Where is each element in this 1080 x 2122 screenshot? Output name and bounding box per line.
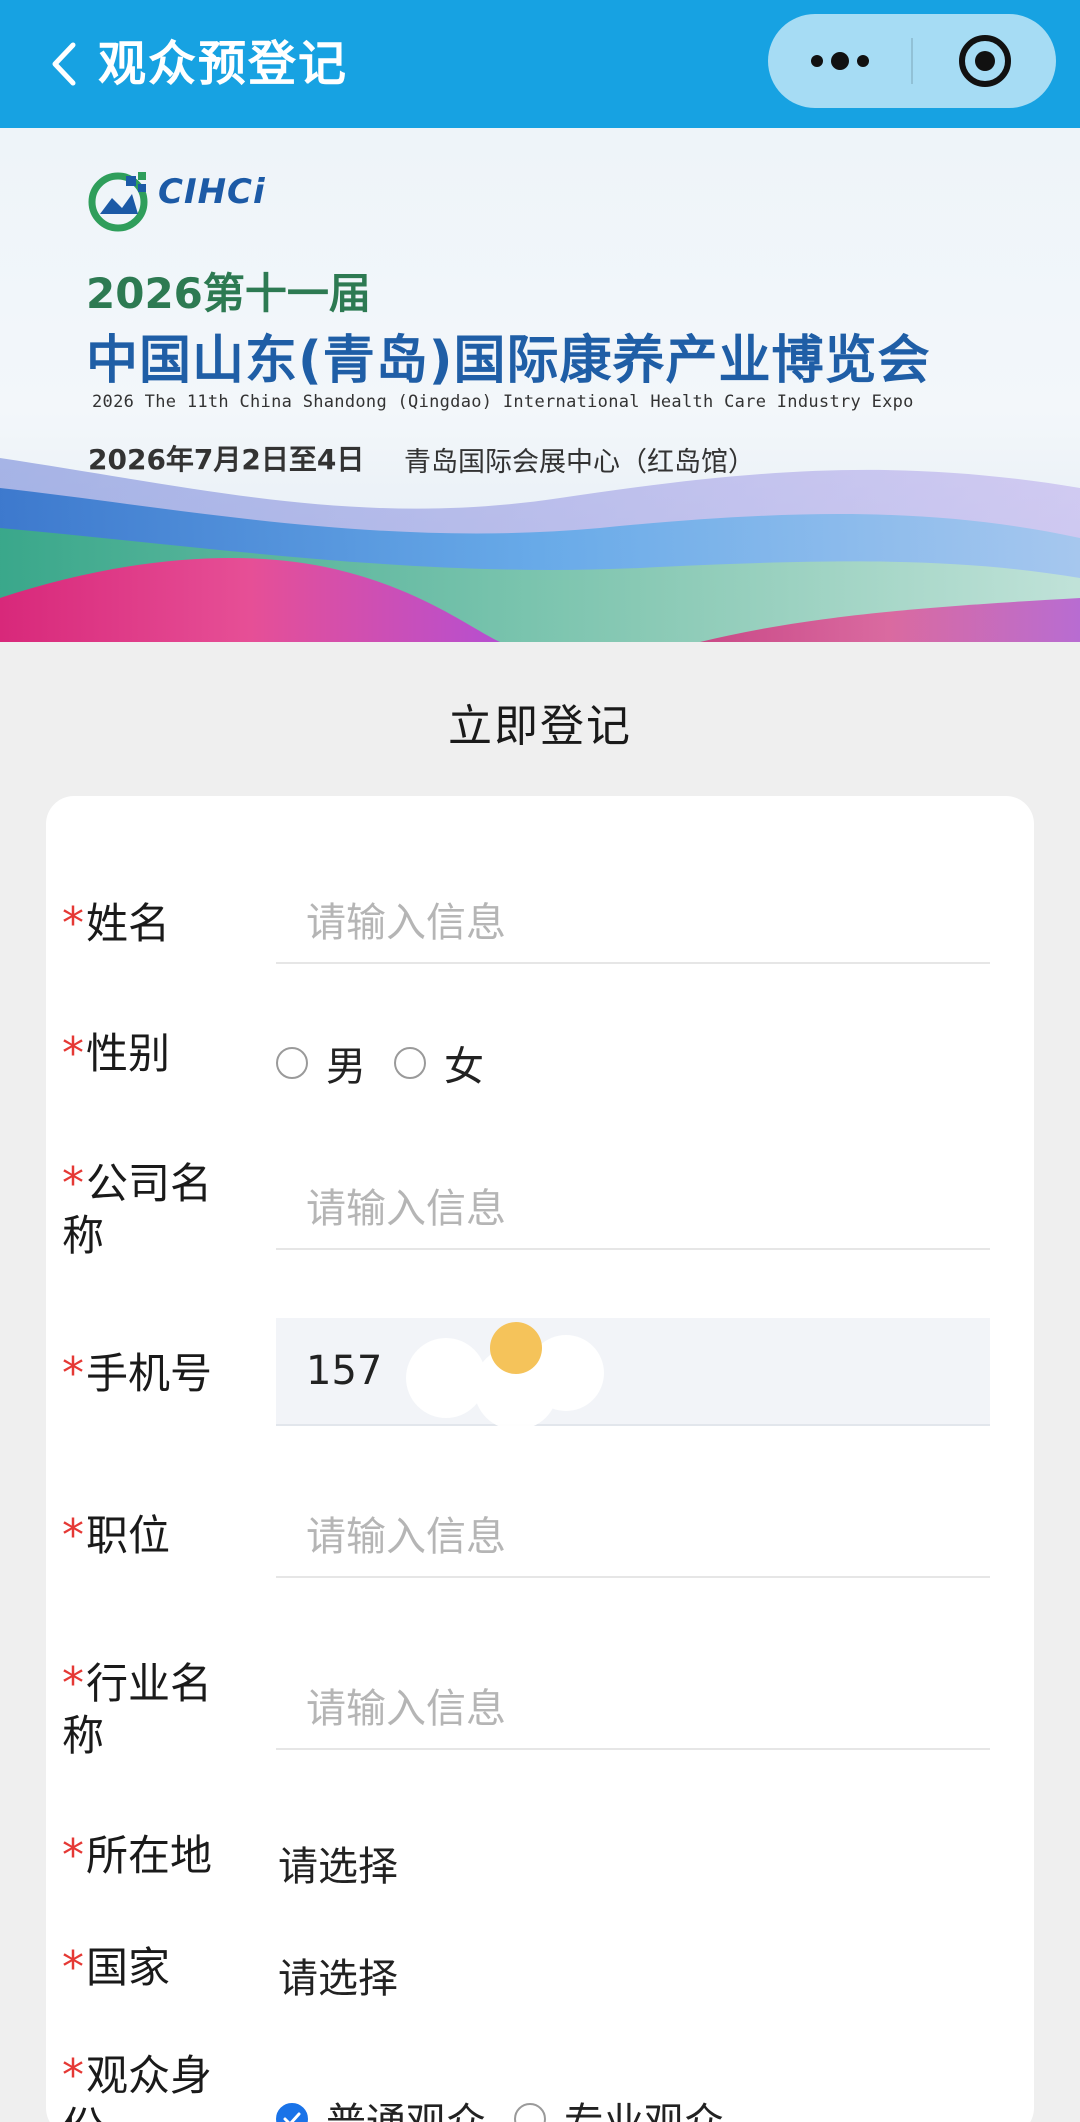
field-label-location: *所在地: [62, 1830, 213, 1881]
phone-input[interactable]: [276, 1318, 990, 1424]
mini-program-capsule: [768, 14, 1056, 108]
back-button[interactable]: [38, 32, 90, 96]
identity-option-general[interactable]: 普通观众: [276, 2090, 486, 2122]
identity-radio-group: 普通观众 专业观众: [276, 2090, 752, 2122]
banner-venue: 青岛国际会展中心（红岛馆）: [404, 447, 755, 478]
field-label-identity: *观众身份: [62, 2050, 213, 2122]
radio-unchecked-icon[interactable]: [514, 2103, 546, 2122]
name-input[interactable]: [276, 884, 990, 962]
close-mini-program-button[interactable]: [913, 14, 1056, 108]
gender-option-female[interactable]: 女: [394, 1034, 484, 1092]
position-input-box[interactable]: [276, 1498, 990, 1578]
required-mark: *: [62, 1830, 84, 1881]
country-select[interactable]: 请选择: [278, 1946, 398, 2004]
phone-input-box[interactable]: [276, 1318, 990, 1426]
chevron-left-icon: [52, 42, 76, 86]
name-input-box[interactable]: [276, 884, 990, 964]
page-title: 观众预登记: [98, 36, 349, 92]
required-mark: *: [62, 1658, 84, 1709]
logo-text: CIHCi: [158, 172, 266, 212]
more-dots-icon: [810, 52, 869, 70]
required-mark: *: [62, 898, 84, 949]
banner-title: 中国山东(青岛)国际康养产业博览会: [86, 331, 931, 391]
industry-input-box[interactable]: [276, 1670, 990, 1750]
banner-subtitle: 2026 The 11th China Shandong (Qingdao) I…: [92, 392, 914, 412]
navigation-bar: 观众预登记: [0, 0, 1080, 128]
more-button[interactable]: [768, 14, 911, 108]
banner-edition: 2026第十一届: [86, 269, 371, 318]
radio-unchecked-icon[interactable]: [394, 1047, 426, 1079]
required-mark: *: [62, 1942, 84, 1993]
required-mark: *: [62, 1158, 84, 1209]
banner-date: 2026年7月2日至4日: [88, 443, 365, 476]
field-label-company: *公司名称: [62, 1158, 213, 1260]
field-label-position: *职位: [62, 1510, 171, 1561]
field-label-gender: *性别: [62, 1028, 171, 1079]
required-mark: *: [62, 1028, 84, 1079]
field-label-country: *国家: [62, 1942, 171, 1993]
location-select[interactable]: 请选择: [278, 1834, 398, 1892]
required-mark: *: [62, 1510, 84, 1561]
radio-unchecked-icon[interactable]: [276, 1047, 308, 1079]
field-label-industry: *行业名称: [62, 1658, 213, 1760]
section-title: 立即登记: [448, 701, 632, 752]
required-mark: *: [62, 2050, 84, 2101]
expo-banner: CIHCi 2026第十一届 中国山东(青岛)国际康养产业博览会 2026 Th…: [0, 128, 1080, 642]
target-circle-icon: [958, 35, 1011, 87]
industry-input[interactable]: [276, 1670, 990, 1748]
field-label-name: *姓名: [62, 898, 171, 949]
checkmark-icon: [283, 2112, 301, 2122]
gender-option-male[interactable]: 男: [276, 1034, 366, 1092]
position-input[interactable]: [276, 1498, 990, 1576]
gender-radio-group: 男 女: [276, 1034, 512, 1092]
company-input-box[interactable]: [276, 1170, 990, 1250]
company-input[interactable]: [276, 1170, 990, 1248]
identity-option-professional[interactable]: 专业观众: [514, 2090, 724, 2122]
registration-form: *姓名 *性别 男 女 *公司名称: [46, 796, 1034, 2122]
radio-checked-icon[interactable]: [276, 2103, 308, 2122]
field-label-phone: *手机号: [62, 1348, 213, 1399]
required-mark: *: [62, 1348, 84, 1399]
